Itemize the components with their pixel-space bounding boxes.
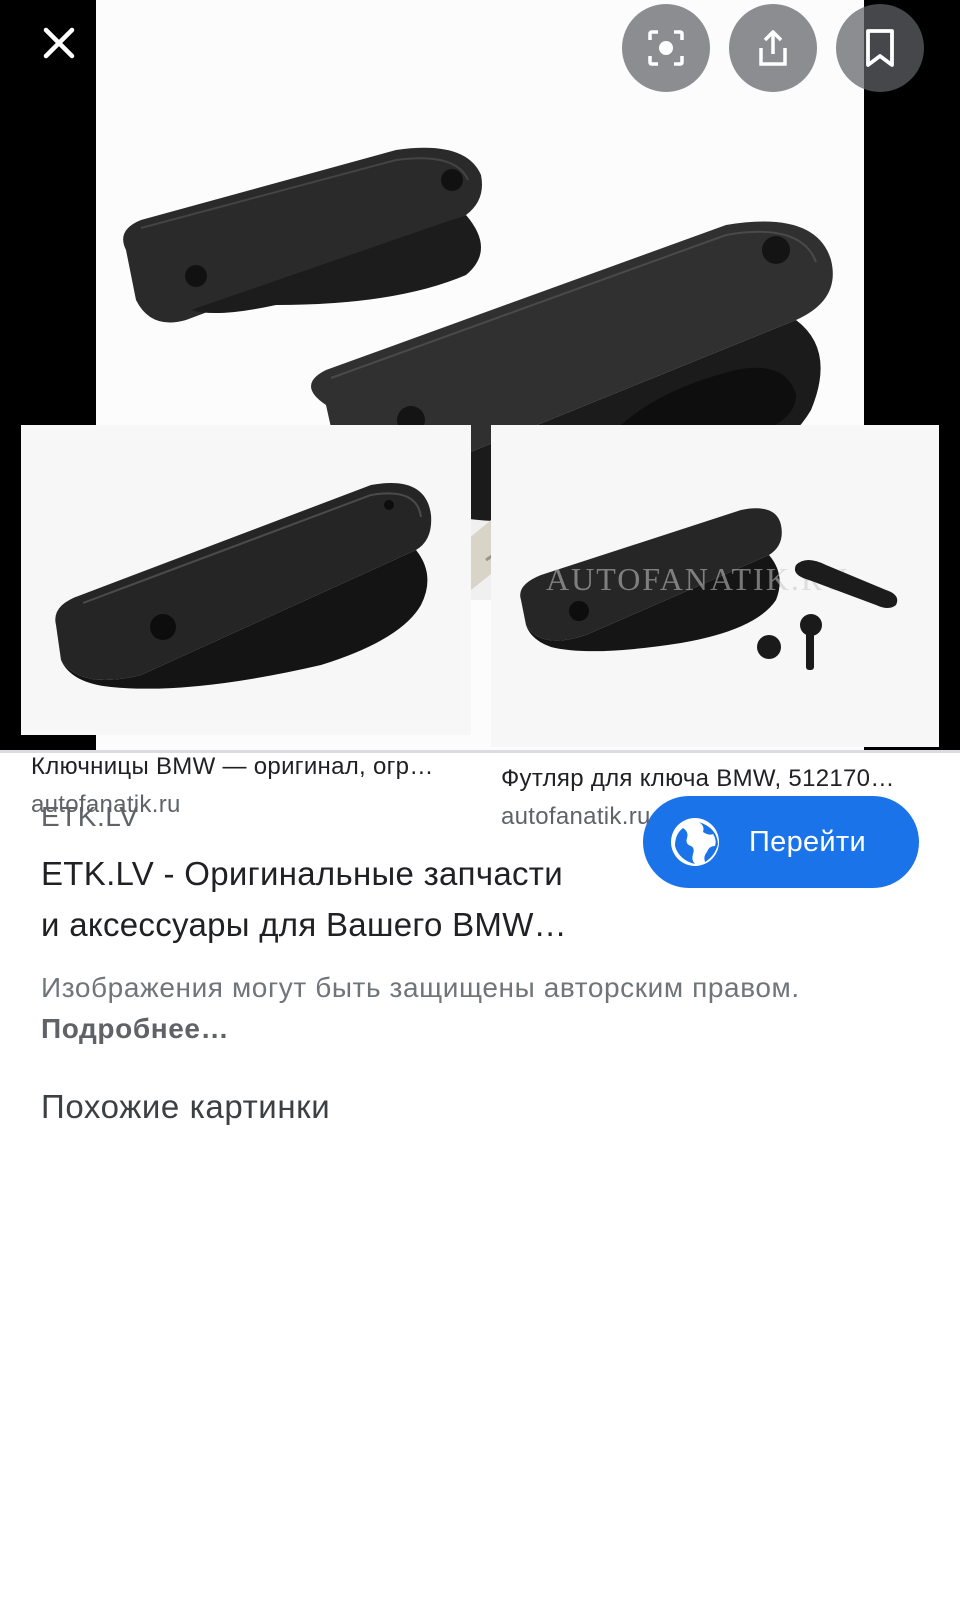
result-title-line2: и аксессуары для Вашего BMW… xyxy=(41,906,567,943)
close-button[interactable] xyxy=(30,14,88,72)
related-card-source: autofanatik.ru xyxy=(31,791,181,818)
result-title[interactable]: ETK.LV - Оригинальные запчасти и аксессу… xyxy=(41,848,631,950)
related-card-title: Ключницы BMW — оригинал, огр… xyxy=(31,753,434,780)
share-icon xyxy=(759,30,787,66)
related-card[interactable]: AUTOFANATIK.RU Футляр для ключа BMW, 512… xyxy=(491,425,939,831)
copyright-text: Изображения могут быть защищены авторски… xyxy=(41,972,800,1003)
related-card[interactable]: Ключницы BMW — оригинал, огр… autofanati… xyxy=(21,425,471,819)
share-button[interactable] xyxy=(729,4,817,92)
related-heading: Похожие картинки xyxy=(41,1088,331,1125)
related-card-source: autofanatik.ru xyxy=(501,803,651,830)
close-icon xyxy=(43,27,75,59)
lens-icon xyxy=(648,30,684,66)
related-card-title: Футляр для ключа BMW, 512170… xyxy=(501,765,895,792)
related-thumbnail: AUTOFANATIK.RU xyxy=(491,425,939,747)
result-title-line1: ETK.LV - Оригинальные запчасти xyxy=(41,855,563,892)
copyright-notice: Изображения могут быть защищены авторски… xyxy=(41,967,921,1049)
more-link[interactable]: Подробнее… xyxy=(41,1008,921,1049)
related-thumbnail xyxy=(21,425,471,735)
bookmark-button[interactable] xyxy=(836,4,924,92)
bookmark-icon xyxy=(866,29,894,67)
lens-button[interactable] xyxy=(622,4,710,92)
